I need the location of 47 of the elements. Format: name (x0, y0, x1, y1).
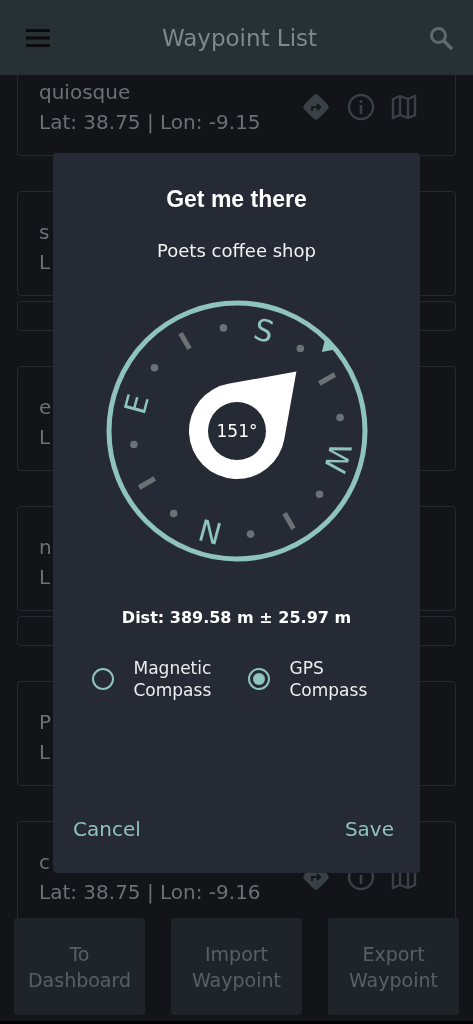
waypoint-coordinates: L (39, 248, 51, 275)
dialog-button[interactable]: Save (344, 815, 394, 843)
heading-reading: 151° (216, 421, 257, 441)
compass-tick (281, 512, 296, 531)
compass-dot (315, 490, 323, 499)
waypoint-coordinates: L (39, 563, 52, 590)
waypoint-name: Poets coffee shop (157, 240, 316, 261)
radio-button[interactable] (91, 668, 114, 690)
compass-dot (335, 413, 344, 422)
waypoint-coordinates: L (39, 738, 52, 765)
menu-icon[interactable] (26, 28, 50, 47)
map-icon[interactable] (391, 92, 417, 121)
waypoint-name: P (39, 708, 52, 735)
compass-dot (169, 509, 177, 518)
compass-dot (150, 363, 158, 372)
heading-marker-icon (321, 339, 335, 352)
compass-direction-label: N (194, 511, 225, 552)
radio-label: GPS Compass (289, 657, 369, 701)
compass-direction-label: W (316, 439, 358, 477)
radio-button[interactable] (247, 668, 270, 690)
dialog-title: Get me there (166, 186, 307, 213)
waypoint-name: quiosque (39, 78, 132, 105)
screen-title: Waypoint List (161, 24, 318, 51)
waypoint-name: n (39, 533, 52, 560)
waypoint-coordinates: Lat: 38.75 | Lon: -9.15 (39, 108, 261, 135)
compass-dot (296, 344, 304, 353)
info-icon[interactable] (347, 92, 375, 121)
compass-dot (129, 440, 138, 449)
search-icon[interactable] (429, 25, 453, 50)
radio-label: Magnetic Compass (133, 657, 213, 701)
distance-reading: Dist: 389.58 m ± 25.97 m (121, 608, 352, 627)
dialog-button[interactable]: Cancel (73, 815, 141, 843)
waypoint-name: c (39, 848, 51, 875)
compass-dot (246, 530, 254, 538)
nav-button[interactable]: To Dashboard (14, 918, 145, 1015)
compass-tick (137, 476, 156, 490)
nav-button[interactable]: Import Waypoint (171, 918, 302, 1015)
nav-button[interactable]: Export Waypoint (328, 918, 459, 1015)
compass-tick (177, 331, 192, 350)
waypoint-coordinates: Lat: 38.75 | Lon: -9.16 (39, 878, 261, 905)
compass-dot (219, 324, 227, 332)
compass-direction-label: S (249, 311, 278, 350)
waypoint-coordinates: L (39, 423, 52, 450)
compass-direction-label: E (116, 390, 156, 418)
waypoint-name: s (39, 218, 51, 245)
compass-tick (317, 372, 336, 386)
waypoint-name: e (39, 393, 52, 420)
